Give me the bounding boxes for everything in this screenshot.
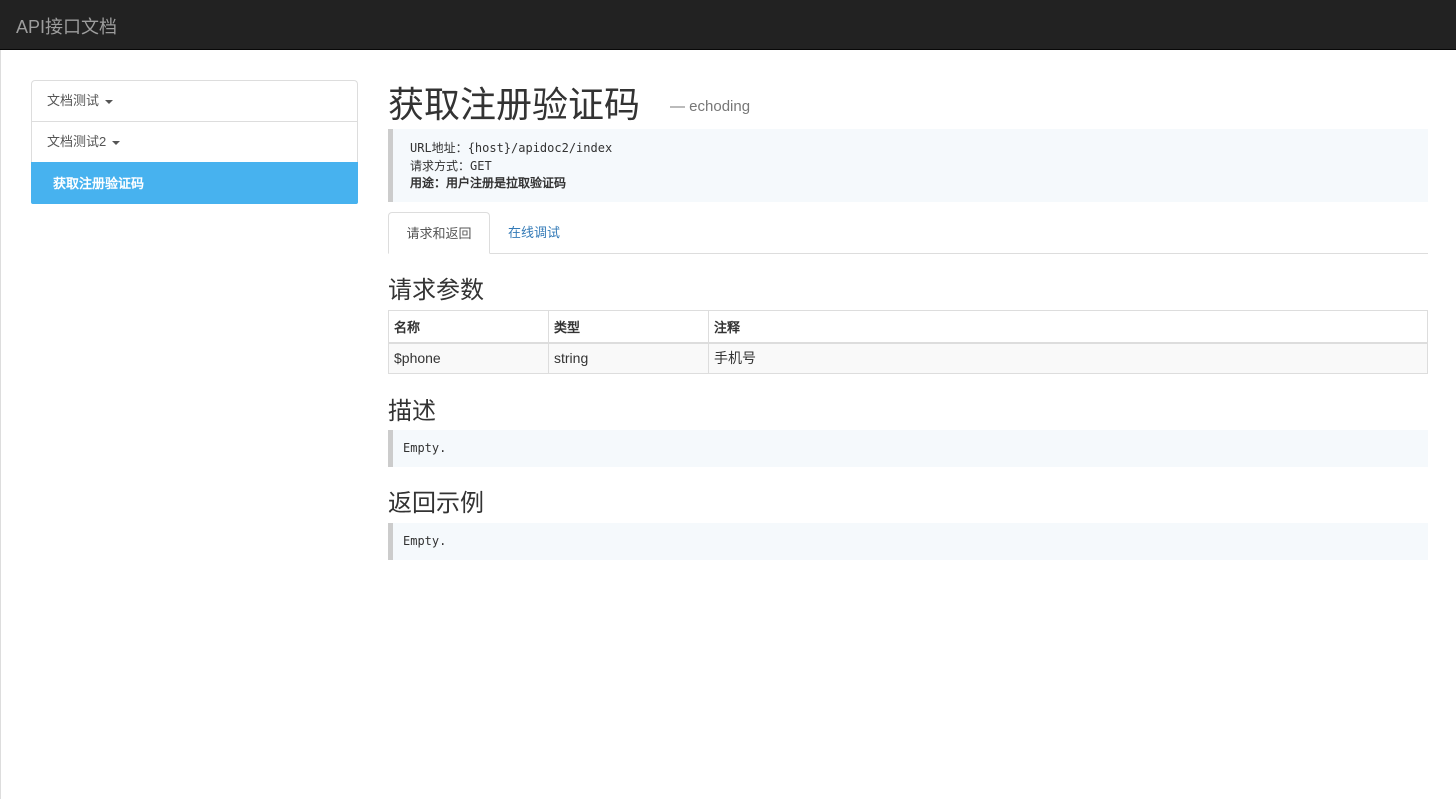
sidebar-item-doc-test[interactable]: 文档测试 — [31, 80, 358, 121]
column-header-comment: 注释 — [708, 310, 1428, 344]
method-line: 请求方式：GET — [410, 158, 1428, 176]
method-value: GET — [470, 158, 492, 173]
author-label: — echoding — [670, 98, 751, 115]
page-edge-divider — [0, 50, 1, 799]
description-box: Empty. — [388, 430, 1428, 467]
page-title: 获取注册验证码 — [388, 84, 641, 125]
caret-down-icon — [112, 140, 121, 145]
sidebar: 文档测试 文档测试2 获取注册验证码 — [31, 80, 358, 204]
column-header-name: 名称 — [388, 310, 549, 344]
tab-bar: 请求和返回 在线调试 — [388, 212, 1428, 254]
title-row: 获取注册验证码 — echoding — [388, 72, 1428, 128]
sidebar-item-get-register-code[interactable]: 获取注册验证码 — [31, 162, 358, 204]
caret-down-icon — [105, 99, 114, 104]
tab-online-debug[interactable]: 在线调试 — [508, 212, 560, 254]
tab-request-response[interactable]: 请求和返回 — [388, 212, 490, 254]
param-type-cell: string — [548, 342, 709, 374]
table-header-row: 名称 类型 注释 — [388, 310, 1428, 344]
description-section-title: 描述 — [388, 398, 436, 425]
params-section-title: 请求参数 — [388, 277, 484, 304]
response-section-title: 返回示例 — [388, 490, 484, 517]
column-header-type: 类型 — [548, 310, 709, 344]
brand-link[interactable]: API接口文档 — [16, 13, 117, 39]
params-table: 名称 类型 注释 $phone string 手机号 — [388, 310, 1428, 374]
main-content: 获取注册验证码 — echoding URL地址：{host}/apidoc2/… — [388, 72, 1428, 560]
response-example-box: Empty. — [388, 523, 1428, 560]
url-value: {host}/apidoc2/index — [467, 141, 613, 155]
table-row: $phone string 手机号 — [388, 342, 1428, 374]
method-label: 请求方式： — [410, 158, 471, 173]
url-label: URL地址： — [410, 141, 468, 155]
url-line: URL地址：{host}/apidoc2/index — [410, 140, 1428, 158]
sidebar-item-label: 获取注册验证码 — [53, 176, 145, 191]
sidebar-item-doc-test-2[interactable]: 文档测试2 — [31, 121, 358, 162]
usage-line: 用途：用户注册是拉取验证码 — [410, 176, 567, 190]
param-comment-cell: 手机号 — [708, 342, 1428, 374]
api-meta-box: URL地址：{host}/apidoc2/index 请求方式：GET 用途：用… — [388, 129, 1428, 202]
param-name-cell: $phone — [388, 342, 549, 374]
sidebar-item-label: 文档测试 — [47, 93, 100, 108]
sidebar-item-label: 文档测试2 — [47, 134, 107, 149]
top-navbar: API接口文档 — [0, 0, 1456, 50]
